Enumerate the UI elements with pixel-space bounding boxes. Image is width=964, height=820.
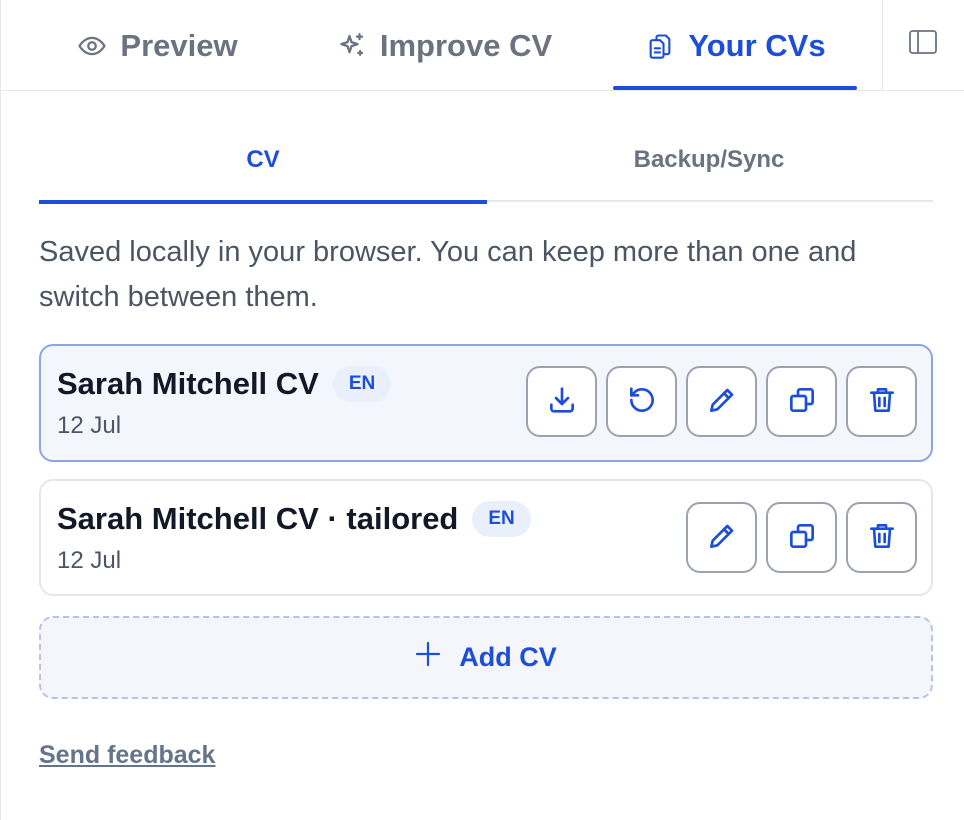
delete-button[interactable] bbox=[846, 366, 917, 437]
plus-icon bbox=[415, 641, 441, 674]
language-badge: EN bbox=[332, 366, 392, 402]
restore-button[interactable] bbox=[606, 366, 677, 437]
eye-icon bbox=[76, 30, 108, 62]
subtab-backup-sync-label: Backup/Sync bbox=[633, 146, 785, 173]
edit-button[interactable] bbox=[686, 502, 757, 573]
tab-improve-cv[interactable]: Improve CV bbox=[319, 0, 569, 91]
tab-preview-label: Preview bbox=[120, 27, 238, 63]
sub-tab-bar: CV Backup/Sync bbox=[39, 118, 933, 204]
cv-title-row: Sarah Mitchell CV EN bbox=[57, 366, 392, 402]
tab-preview[interactable]: Preview bbox=[57, 0, 257, 91]
storage-description: Saved locally in your browser. You can k… bbox=[39, 236, 857, 313]
top-tab-bar: Preview Improve CV Your CVs bbox=[1, 0, 964, 91]
cv-title: Sarah Mitchell CV · tailored bbox=[57, 501, 459, 536]
restore-icon bbox=[626, 384, 658, 419]
cv-actions bbox=[526, 366, 917, 437]
sparkles-icon bbox=[336, 30, 368, 62]
tab-improve-cv-label: Improve CV bbox=[379, 27, 553, 63]
pencil-icon bbox=[706, 384, 738, 419]
download-icon bbox=[546, 384, 578, 419]
delete-button[interactable] bbox=[846, 502, 917, 573]
cv-card[interactable]: Sarah Mitchell CV · tailored EN 12 Jul bbox=[39, 479, 933, 596]
cv-title: Sarah Mitchell CV bbox=[57, 366, 319, 401]
tab-your-cvs[interactable]: Your CVs bbox=[613, 0, 857, 91]
subtab-cv-label: CV bbox=[246, 146, 280, 173]
tab-your-cvs-label: Your CVs bbox=[688, 27, 826, 63]
add-cv-button[interactable]: Add CV bbox=[39, 616, 933, 699]
sidebar-panel-icon bbox=[908, 29, 938, 60]
cv-date: 12 Jul bbox=[57, 412, 122, 439]
cv-title-row: Sarah Mitchell CV · tailored EN bbox=[57, 501, 531, 537]
duplicate-button[interactable] bbox=[766, 366, 837, 437]
duplicate-icon bbox=[786, 384, 818, 419]
duplicate-button[interactable] bbox=[766, 502, 837, 573]
cv-panel: Preview Improve CV Your CVs CV Backup/Sy… bbox=[0, 0, 964, 820]
edit-button[interactable] bbox=[686, 366, 757, 437]
sidebar-toggle-button[interactable] bbox=[905, 28, 941, 60]
subtab-cv[interactable]: CV bbox=[39, 118, 487, 204]
language-badge: EN bbox=[472, 501, 531, 537]
tab-divider bbox=[882, 0, 883, 91]
subtab-backup-sync[interactable]: Backup/Sync bbox=[485, 118, 933, 202]
cv-date: 12 Jul bbox=[57, 547, 122, 574]
documents-icon bbox=[644, 30, 676, 62]
add-cv-label: Add CV bbox=[459, 642, 557, 672]
download-button[interactable] bbox=[526, 366, 597, 437]
duplicate-icon bbox=[786, 520, 818, 555]
send-feedback-link[interactable]: Send feedback bbox=[39, 741, 215, 770]
cv-actions bbox=[686, 502, 917, 573]
cv-card[interactable]: Sarah Mitchell CV EN 12 Jul bbox=[39, 344, 933, 462]
pencil-icon bbox=[706, 520, 738, 555]
trash-icon bbox=[866, 384, 898, 419]
trash-icon bbox=[866, 520, 898, 555]
